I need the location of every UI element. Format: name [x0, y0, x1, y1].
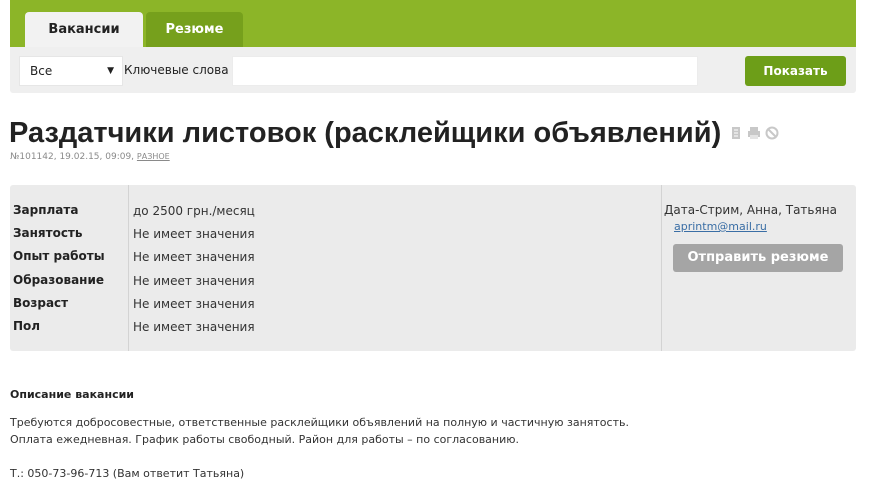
category-link[interactable]: РАЗНОЕ	[137, 152, 170, 161]
description-line: Оплата ежедневная. График работы свободн…	[10, 433, 520, 446]
send-resume-button[interactable]: Отправить резюме	[673, 244, 843, 272]
detail-value: до 2500 грн./месяц	[133, 204, 255, 218]
employer-name: Дата-Стрим, Анна, Татьяна	[664, 203, 837, 217]
detail-value: Не имеет значения	[133, 274, 255, 288]
vacancy-meta: №101142, 19.02.15, 09:09, РАЗНОЕ	[10, 152, 170, 162]
keywords-input[interactable]	[232, 56, 698, 86]
detail-label: Опыт работы	[13, 249, 105, 263]
title-actions	[729, 126, 779, 140]
detail-label: Занятость	[13, 226, 83, 240]
detail-value: Не имеет значения	[133, 227, 255, 241]
page-title: Раздатчики листовок (расклейщики объявле…	[9, 117, 722, 149]
category-select-value: Все	[30, 64, 53, 78]
document-icon[interactable]	[729, 126, 743, 140]
detail-value: Не имеет значения	[133, 320, 255, 334]
block-icon[interactable]	[765, 126, 779, 140]
detail-label: Возраст	[13, 296, 69, 310]
search-bar: Все ▼ Ключевые слова Показать	[10, 47, 856, 93]
search-panel: Вакансии Резюме Все ▼ Ключевые слова Пок…	[10, 0, 856, 93]
dropdown-arrow-icon: ▼	[107, 66, 114, 76]
tab-resumes[interactable]: Резюме	[146, 12, 243, 47]
tab-vacancies[interactable]: Вакансии	[25, 12, 143, 47]
detail-value: Не имеет значения	[133, 250, 255, 264]
detail-label: Пол	[13, 319, 41, 333]
category-select[interactable]: Все ▼	[19, 56, 123, 86]
vacancy-id-date: №101142, 19.02.15, 09:09,	[10, 152, 135, 162]
phone-line: Т.: 050-73-96-713 (Вам ответит Татьяна)	[10, 467, 245, 480]
detail-value: Не имеет значения	[133, 297, 255, 311]
show-button[interactable]: Показать	[745, 56, 846, 86]
keywords-label: Ключевые слова	[124, 63, 229, 77]
detail-label: Образование	[13, 273, 105, 287]
contact-email-link[interactable]: aprintm@mail.ru	[674, 220, 767, 233]
print-icon[interactable]	[747, 126, 761, 140]
detail-label: Зарплата	[13, 203, 79, 217]
description-title: Описание вакансии	[10, 388, 135, 401]
description-line: Требуются добросовестные, ответственные …	[10, 416, 629, 429]
